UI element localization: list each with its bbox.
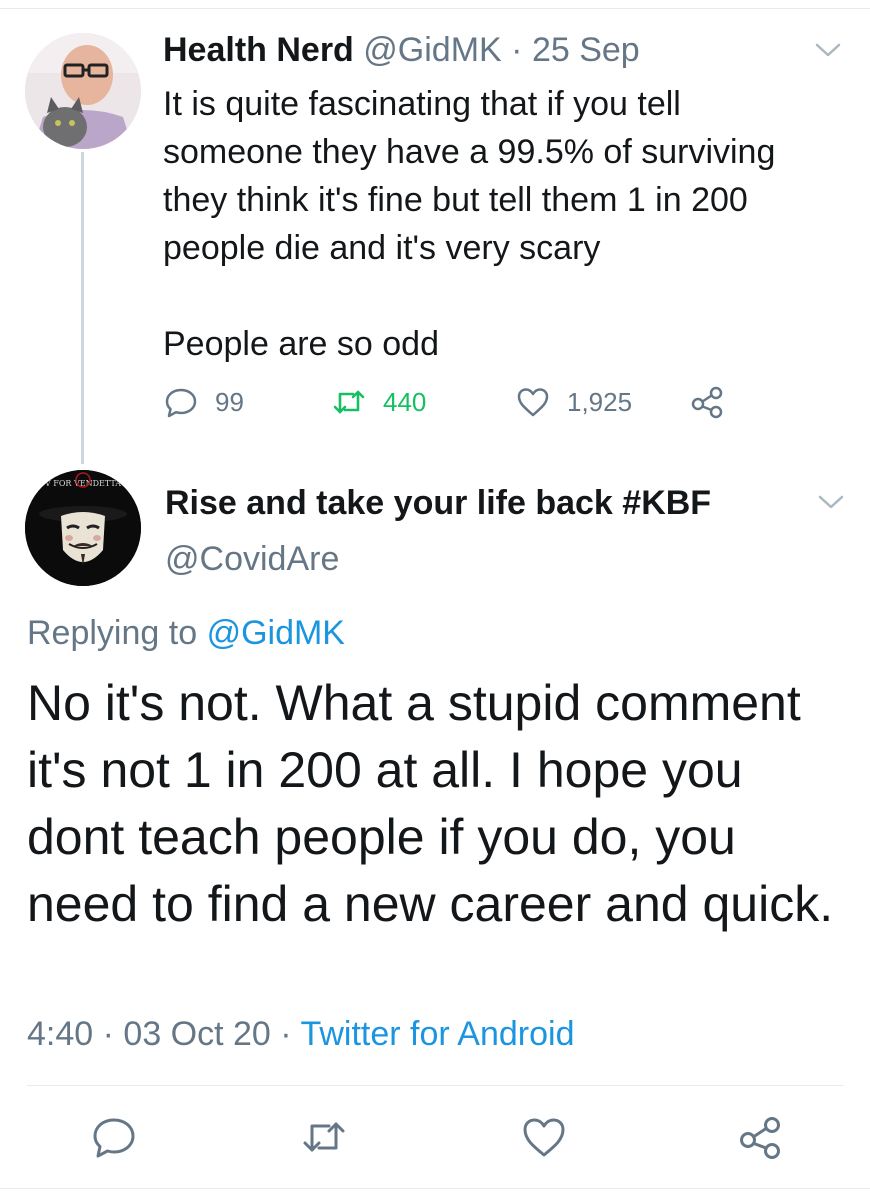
thread-connector-line: [81, 152, 84, 464]
tweet1-actions: 99 440 1,925: [163, 384, 763, 424]
tweet2-handle[interactable]: @CovidAre: [165, 538, 339, 580]
like-icon: [517, 388, 549, 417]
tweet1-reply-button[interactable]: 99: [163, 384, 244, 420]
tweet2-actions: [27, 1112, 844, 1162]
tweet1-retweet-button[interactable]: 440: [331, 384, 426, 420]
top-border: [0, 0, 870, 9]
tweet1-handle[interactable]: @GidMK: [363, 31, 501, 69]
tweet1-text-line: someone they have a 99.5% of surviving: [163, 133, 776, 171]
tweet2-author-name[interactable]: Rise and take your life back #KBF: [165, 482, 711, 524]
reply-icon: [93, 1118, 135, 1158]
tweet1-header: Health Nerd @GidMK · 25 Sep: [163, 30, 640, 70]
tweet1-text: It is quite fascinating that if you tell…: [163, 80, 843, 368]
avatar-covidare[interactable]: V FOR VENDETTA: [25, 470, 141, 586]
like-icon: [523, 1118, 565, 1157]
share-icon: [691, 386, 723, 419]
tweet1-like-count: 1,925: [567, 386, 633, 417]
tweet2-date[interactable]: 03 Oct 20: [123, 1015, 270, 1053]
tweet2-client-link[interactable]: Twitter for Android: [300, 1015, 574, 1053]
tweet1-share-button[interactable]: [689, 384, 741, 420]
tweet2-text: No it's not. What a stupid comment it's …: [27, 675, 834, 932]
tweet2-retweet-button[interactable]: [299, 1112, 349, 1162]
replying-to-prefix: Replying to: [27, 614, 198, 652]
avatar-health-nerd-image: [25, 33, 141, 149]
tweet2-meta: 4:40 · 03 Oct 20 · Twitter for Android: [27, 1012, 574, 1056]
retweet-icon: [303, 1122, 345, 1152]
tweet1-like-button[interactable]: 1,925: [515, 384, 632, 420]
tweet1-author-name[interactable]: Health Nerd: [163, 31, 354, 69]
share-icon: [740, 1117, 780, 1159]
tweet2-menu-chevron-icon[interactable]: [818, 494, 844, 510]
tweet1-retweet-count: 440: [383, 386, 427, 417]
avatar-covidare-image: V FOR VENDETTA: [25, 470, 141, 586]
reply-icon: [165, 388, 197, 418]
bottom-border: [0, 1188, 870, 1189]
tweet1-date[interactable]: 25 Sep: [532, 31, 640, 69]
tweet1-text-line: people die and it's very scary: [163, 229, 601, 267]
replying-to-handle-link[interactable]: @GidMK: [207, 614, 345, 652]
tweet2-reply-button[interactable]: [89, 1112, 139, 1162]
tweet1-text-line: they think it's fine but tell them 1 in …: [163, 181, 748, 219]
actions-divider: [27, 1085, 844, 1086]
tweet1-text-line: It is quite fascinating that if you tell: [163, 85, 681, 123]
tweet2-separator-2: ·: [280, 1015, 292, 1053]
tweet2-separator: ·: [102, 1015, 114, 1053]
avatar-health-nerd[interactable]: [25, 33, 141, 149]
tweet2-time[interactable]: 4:40: [27, 1015, 93, 1053]
tweet1-separator: ·: [511, 31, 523, 69]
tweet1-reply-count: 99: [215, 386, 244, 417]
tweet2-like-button[interactable]: [519, 1112, 569, 1162]
replying-to: Replying to @GidMK: [27, 612, 345, 654]
tweet1-text-last-line: People are so odd: [163, 325, 439, 363]
tweet1-menu-chevron-icon[interactable]: [815, 42, 841, 58]
tweet2-share-button[interactable]: [735, 1112, 785, 1162]
retweet-icon: [333, 390, 365, 414]
